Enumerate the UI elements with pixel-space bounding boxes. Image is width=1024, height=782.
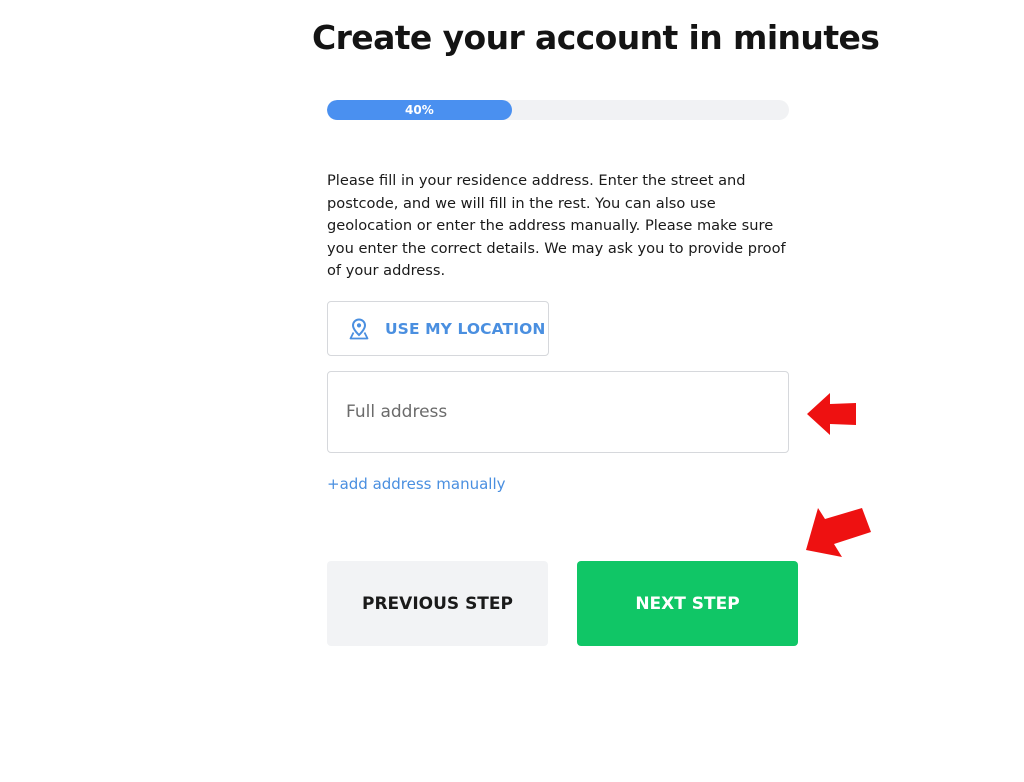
use-my-location-button[interactable]: USE MY LOCATION [327, 301, 549, 356]
add-address-manually-link[interactable]: +add address manually [327, 475, 506, 493]
red-arrow-icon [806, 508, 871, 557]
full-address-input[interactable] [327, 371, 789, 453]
address-instructions: Please fill in your residence address. E… [327, 172, 786, 279]
map-pin-icon [349, 317, 369, 340]
next-step-button[interactable]: NEXT STEP [577, 561, 798, 646]
progress-fill: 40% [327, 100, 512, 120]
page-title: Create your account in minutes [312, 18, 880, 57]
progress-label: 40% [405, 103, 434, 117]
red-arrow-icon [807, 393, 856, 435]
previous-step-button[interactable]: PREVIOUS STEP [327, 561, 548, 646]
signup-page: Create your account in minutes 40% Pleas… [0, 0, 1024, 782]
use-my-location-label: USE MY LOCATION [385, 319, 546, 338]
progress-bar: 40% [327, 100, 789, 120]
